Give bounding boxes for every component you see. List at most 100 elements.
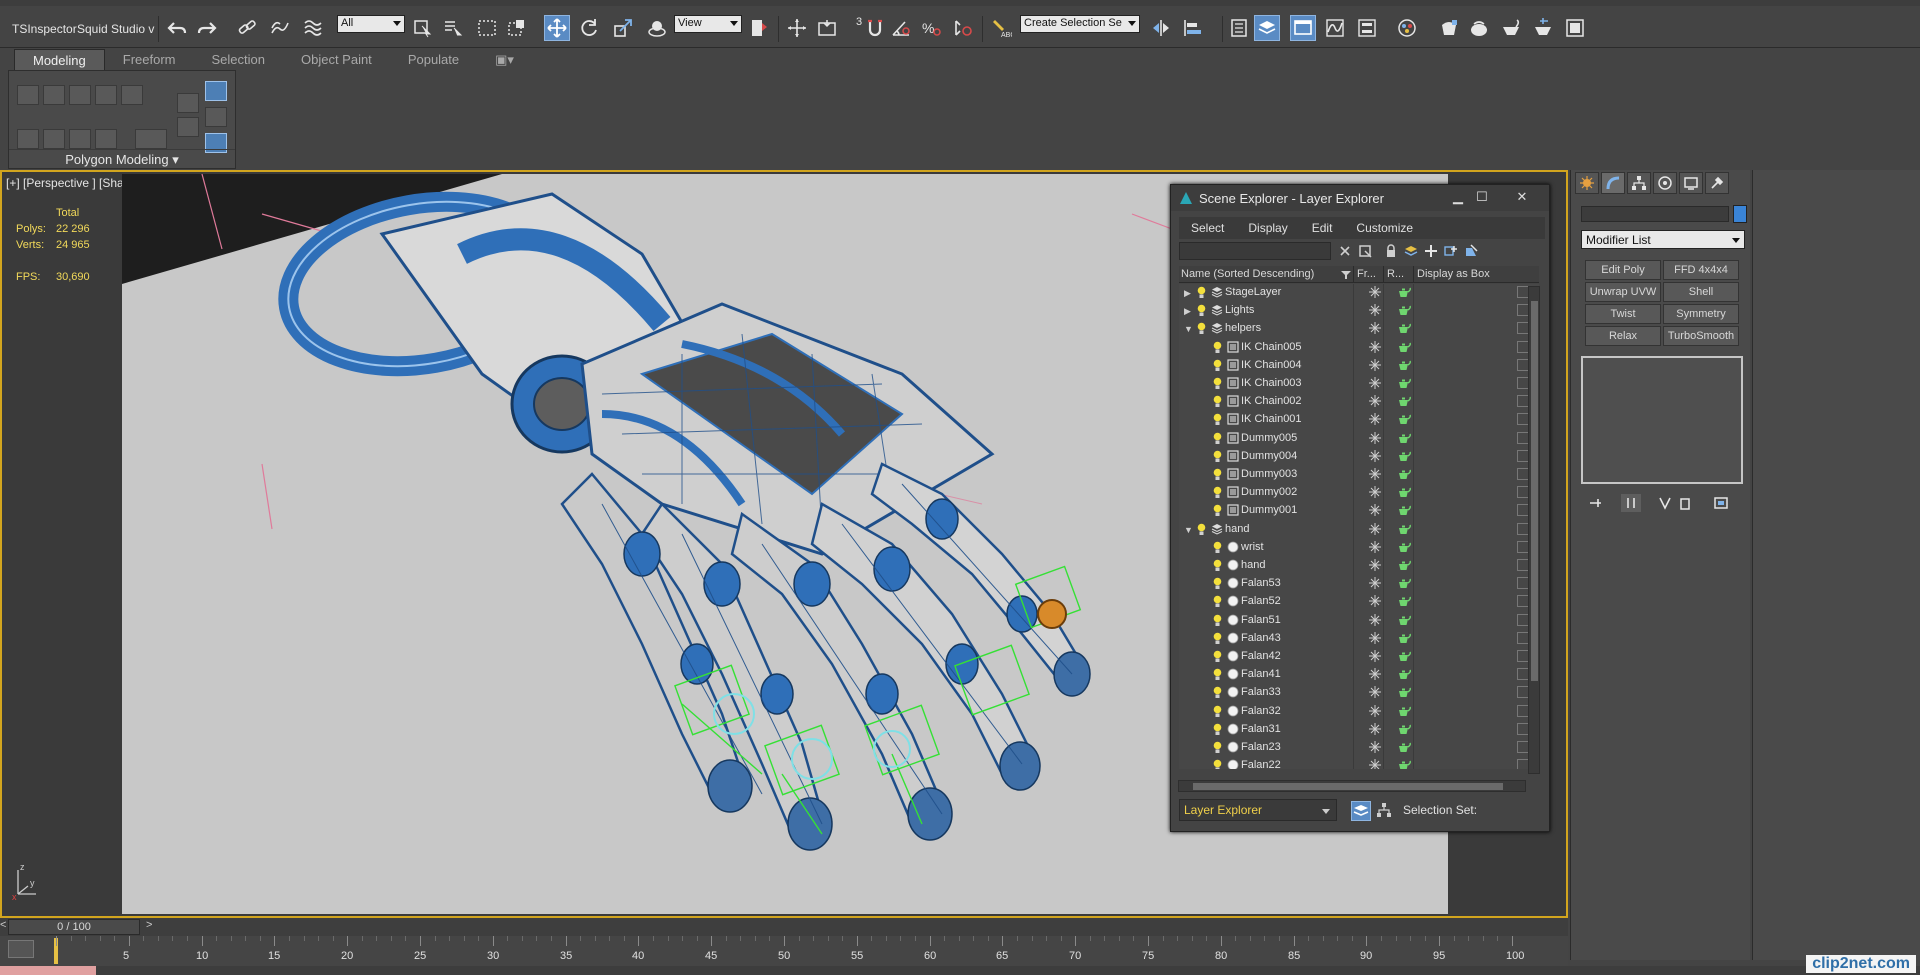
time-slider-thumb[interactable]: 0 / 100	[8, 919, 140, 935]
renderable-teapot-icon[interactable]	[1397, 304, 1411, 316]
angle-snap-icon[interactable]	[888, 15, 914, 41]
lightbulb-icon[interactable]	[1213, 595, 1222, 608]
freeze-icon[interactable]	[1369, 705, 1381, 717]
maximize-icon[interactable]: ☐	[1471, 189, 1493, 205]
freeze-icon[interactable]	[1369, 741, 1381, 753]
select-in-layer-icon[interactable]	[1463, 243, 1479, 259]
object-row[interactable]: Falan33	[1179, 684, 1539, 702]
render-iterative-icon[interactable]	[1530, 15, 1556, 41]
lightbulb-icon[interactable]	[1213, 377, 1222, 390]
lightbulb-icon[interactable]	[1213, 504, 1222, 517]
renderable-teapot-icon[interactable]	[1397, 632, 1411, 644]
keyboard-shortcut-icon[interactable]	[814, 15, 840, 41]
lightbulb-icon[interactable]	[1213, 759, 1222, 769]
renderable-teapot-icon[interactable]	[1397, 395, 1411, 407]
render-in-cloud-icon[interactable]	[1562, 15, 1588, 41]
renderable-teapot-icon[interactable]	[1397, 723, 1411, 735]
layer-row[interactable]: ▶ StageLayer	[1179, 284, 1539, 302]
studio-label[interactable]: Squid Studio v	[77, 22, 154, 36]
close-icon[interactable]: ✕	[1511, 189, 1533, 205]
edge-mode-button[interactable]	[43, 85, 65, 105]
freeze-icon[interactable]	[1369, 359, 1381, 371]
menu-display[interactable]: Display	[1236, 217, 1299, 239]
tab-object-paint[interactable]: Object Paint	[283, 49, 390, 70]
scene-explorer-search-input[interactable]	[1179, 242, 1331, 260]
hierarchy-tab-icon[interactable]	[1627, 172, 1651, 194]
freeze-icon[interactable]	[1369, 668, 1381, 680]
object-row[interactable]: Dummy005	[1179, 430, 1539, 448]
object-row[interactable]: hand	[1179, 557, 1539, 575]
collapse-toggle-icon[interactable]: ▼	[1184, 324, 1193, 334]
renderable-teapot-icon[interactable]	[1397, 577, 1411, 589]
pin-stack-icon[interactable]	[1585, 494, 1605, 512]
link-icon[interactable]	[234, 15, 260, 41]
display-tab-icon[interactable]	[1679, 172, 1703, 194]
lightbulb-icon[interactable]	[1197, 286, 1206, 299]
renderable-teapot-icon[interactable]	[1397, 468, 1411, 480]
relax-button[interactable]: Relax	[1585, 326, 1661, 346]
object-row[interactable]: Falan52	[1179, 593, 1539, 611]
object-row[interactable]: Dummy003	[1179, 466, 1539, 484]
next-modifier-button[interactable]	[43, 129, 65, 149]
reference-coordinate-dropdown[interactable]: View	[674, 15, 742, 33]
use-pivot-center-icon[interactable]	[784, 15, 810, 41]
scene-explorer-horizontal-scrollbar[interactable]	[1178, 780, 1526, 792]
lightbulb-icon[interactable]	[1213, 632, 1222, 645]
object-row[interactable]: Falan53	[1179, 575, 1539, 593]
renderable-teapot-icon[interactable]	[1397, 450, 1411, 462]
freeze-icon[interactable]	[1369, 413, 1381, 425]
scrollbar-thumb[interactable]	[1531, 301, 1538, 681]
repeat-last-button[interactable]	[95, 129, 117, 149]
lightbulb-icon[interactable]	[1213, 723, 1222, 736]
utilities-tab-icon[interactable]	[1705, 172, 1729, 194]
column-frozen-header[interactable]: Fr...	[1357, 268, 1376, 280]
scene-explorer-icon[interactable]	[1290, 15, 1316, 41]
move-icon[interactable]	[544, 15, 570, 41]
modifier-mode-button[interactable]	[177, 93, 199, 113]
add-icon[interactable]	[1423, 243, 1439, 259]
renderable-teapot-icon[interactable]	[1397, 614, 1411, 626]
menu-select[interactable]: Select	[1179, 217, 1236, 239]
object-row[interactable]: IK Chain003	[1179, 375, 1539, 393]
mirror-icon[interactable]	[1148, 15, 1174, 41]
remove-modifier-icon[interactable]	[1675, 494, 1695, 512]
motion-tab-icon[interactable]	[1653, 172, 1677, 194]
expand-toggle-icon[interactable]: ▶	[1184, 306, 1191, 317]
selection-filter-dropdown[interactable]: All	[337, 15, 405, 33]
renderable-teapot-icon[interactable]	[1397, 523, 1411, 535]
object-row[interactable]: Falan41	[1179, 666, 1539, 684]
freeze-icon[interactable]	[1369, 723, 1381, 735]
rotate-icon[interactable]	[576, 15, 602, 41]
polygon-mode-button[interactable]	[95, 85, 117, 105]
freeze-icon[interactable]	[1369, 377, 1381, 389]
freeze-icon[interactable]	[1369, 286, 1381, 298]
freeze-icon[interactable]	[1369, 395, 1381, 407]
object-row[interactable]: IK Chain004	[1179, 357, 1539, 375]
ffd-button[interactable]: FFD 4x4x4	[1663, 260, 1739, 280]
align-icon[interactable]	[1180, 15, 1206, 41]
next-frame-button[interactable]: >	[146, 919, 152, 931]
freeze-icon[interactable]	[1369, 686, 1381, 698]
freeze-icon[interactable]	[1369, 450, 1381, 462]
place-icon[interactable]	[644, 15, 670, 41]
percent-snap-icon[interactable]: %	[918, 15, 944, 41]
twist-button[interactable]: Twist	[1585, 304, 1661, 324]
object-row[interactable]: Dummy004	[1179, 448, 1539, 466]
lock-icon[interactable]	[1383, 243, 1399, 259]
time-slider[interactable]: < 0 / 100 >	[0, 918, 1568, 936]
lightbulb-icon[interactable]	[1213, 686, 1222, 699]
collapse-toggle-icon[interactable]: ▼	[1184, 525, 1193, 535]
object-row[interactable]: Falan42	[1179, 648, 1539, 666]
ribbon-options-icon[interactable]: ▣▾	[477, 49, 532, 70]
object-row[interactable]: Falan32	[1179, 703, 1539, 721]
rect-region-icon[interactable]	[474, 15, 500, 41]
scene-explorer-vertical-scrollbar[interactable]	[1528, 286, 1540, 774]
freeze-icon[interactable]	[1369, 523, 1381, 535]
renderable-teapot-icon[interactable]	[1397, 377, 1411, 389]
lightbulb-icon[interactable]	[1213, 432, 1222, 445]
renderable-teapot-icon[interactable]	[1397, 359, 1411, 371]
lightbulb-icon[interactable]	[1213, 413, 1222, 426]
clear-search-icon[interactable]	[1337, 243, 1353, 259]
track-bar[interactable]: 5 10 15 20 25 30 35 40 45 50 55 60 65 70 75 80 85 90 95 100	[0, 936, 1568, 966]
renderable-teapot-icon[interactable]	[1397, 668, 1411, 680]
